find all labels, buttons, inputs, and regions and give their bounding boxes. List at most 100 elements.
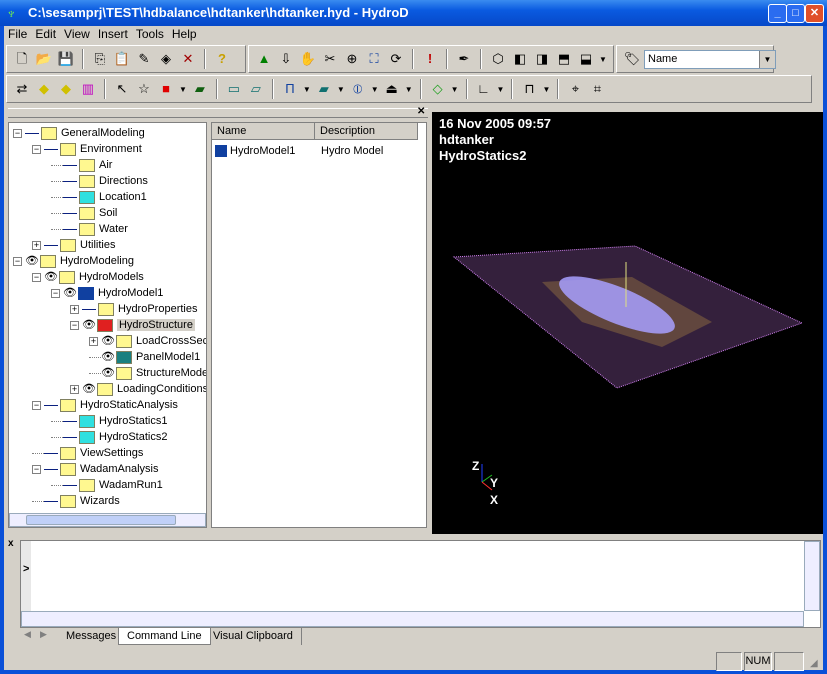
pick-all-icon[interactable]: ⌗	[588, 80, 606, 98]
tree-item[interactable]: − HydroStaticAnalysis	[32, 397, 178, 413]
output-close-icon[interactable]: x	[8, 538, 14, 549]
3d-viewport[interactable]: 16 Nov 2005 09:57 hdtanker HydroStatics2…	[432, 112, 823, 534]
tree-item[interactable]: Water	[51, 221, 128, 237]
chart-icon[interactable]: ▥	[79, 80, 97, 98]
menu-file[interactable]: File	[4, 26, 31, 42]
pan-down-icon[interactable]: ⇩	[277, 50, 295, 68]
menu-edit[interactable]: Edit	[31, 26, 60, 42]
eye-icon[interactable]: 👁	[101, 333, 115, 349]
collapse-icon[interactable]: −	[70, 320, 79, 330]
tree-item[interactable]: − Environment	[32, 141, 142, 157]
save-icon[interactable]: 💾	[57, 50, 75, 68]
export-icon[interactable]: ◈	[157, 50, 175, 68]
zoom-region-icon[interactable]: ✂	[321, 50, 339, 68]
cube-top-icon[interactable]: ⬒	[555, 50, 573, 68]
tree-item[interactable]: ViewSettings	[32, 445, 143, 461]
zoom-in-icon[interactable]: ⊕	[343, 50, 361, 68]
eye-icon[interactable]: 👁	[101, 349, 115, 365]
panel-icon[interactable]: ▰	[315, 80, 333, 98]
eye-icon[interactable]: 👁	[82, 381, 96, 397]
expand-icon[interactable]: +	[89, 336, 98, 346]
tree-item[interactable]: Location1	[51, 189, 147, 205]
tree-item[interactable]: Wizards	[32, 493, 120, 509]
structure2-icon[interactable]: ◆	[57, 80, 75, 98]
tab-messages[interactable]: Messages	[58, 628, 126, 645]
lasso-icon[interactable]: ☆	[135, 80, 153, 98]
tree-item[interactable]: WadamRun1	[51, 477, 163, 493]
cube-iso-icon[interactable]: ⬓	[577, 50, 595, 68]
tree-item[interactable]: + 👁 LoadCrossSec	[89, 333, 206, 349]
tree-item[interactable]: − 👁 HydroStructure	[70, 317, 195, 333]
menu-insert[interactable]: Insert	[94, 26, 132, 42]
tree-item[interactable]: Directions	[51, 173, 148, 189]
expand-icon[interactable]: +	[32, 240, 41, 250]
eye-icon[interactable]: 👁	[63, 285, 77, 301]
delete-icon[interactable]: ✕	[179, 50, 197, 68]
tree-item[interactable]: HydroStatics2	[51, 429, 167, 445]
properties-icon[interactable]: ✎	[135, 50, 153, 68]
surface-icon[interactable]: ◇	[429, 80, 447, 98]
cube-side-icon[interactable]: ◨	[533, 50, 551, 68]
display-icon[interactable]: ▭	[225, 80, 243, 98]
fit-icon[interactable]: ⛶	[365, 50, 383, 68]
tree-item[interactable]: − GeneralModeling	[13, 125, 145, 141]
tab-scroll-right-icon[interactable]: ▶	[40, 629, 47, 640]
tree-item[interactable]: − 👁 HydroModeling	[13, 253, 134, 269]
tree-item[interactable]: + 👁 LoadingConditions	[70, 381, 206, 397]
tree-item[interactable]: HydroStatics1	[51, 413, 167, 429]
open-icon[interactable]: 📂	[35, 50, 53, 68]
column-header-description[interactable]: Description	[315, 123, 418, 140]
weight-icon[interactable]: ⏏	[383, 80, 401, 98]
tree-item[interactable]: + Utilities	[32, 237, 115, 253]
close-button[interactable]: ✕	[805, 4, 824, 23]
command-horizontal-scrollbar[interactable]	[21, 611, 804, 627]
cube-icon[interactable]: ⬡	[489, 50, 507, 68]
menu-tools[interactable]: Tools	[132, 26, 168, 42]
collapse-icon[interactable]: −	[32, 272, 41, 282]
tree-item[interactable]: − 👁 HydroModels	[32, 269, 144, 285]
maximize-button[interactable]: □	[786, 4, 805, 23]
panel-gripper[interactable]	[8, 108, 428, 118]
command-vertical-scrollbar[interactable]	[804, 541, 820, 611]
collapse-icon[interactable]: −	[51, 288, 60, 298]
display2-icon[interactable]: ▱	[247, 80, 265, 98]
pen-icon[interactable]: ✒	[455, 50, 473, 68]
copy-icon[interactable]: ⎘	[91, 50, 109, 68]
collapse-icon[interactable]: −	[32, 144, 41, 154]
measure-icon[interactable]: ⊓	[520, 80, 538, 98]
tree-item[interactable]: Air	[51, 157, 112, 173]
chevron-down-icon[interactable]: ▼	[759, 51, 775, 68]
tab-scroll-left-icon[interactable]: ◀	[24, 629, 31, 640]
cube-front-icon[interactable]: ◧	[511, 50, 529, 68]
structure-icon[interactable]: ◆	[35, 80, 53, 98]
expand-icon[interactable]: +	[70, 304, 79, 314]
collapse-icon[interactable]: −	[13, 128, 22, 138]
minimize-button[interactable]: _	[768, 4, 787, 23]
eye-icon[interactable]: 👁	[25, 253, 39, 269]
circle-icon[interactable]: ⦶	[349, 80, 367, 98]
rotate-icon[interactable]: ▲	[255, 50, 273, 68]
collapse-icon[interactable]: −	[32, 400, 41, 410]
tree-item[interactable]: 👁 StructureMode	[89, 365, 206, 381]
eye-icon[interactable]: 👁	[44, 269, 58, 285]
command-line-area[interactable]: >	[20, 540, 821, 628]
tree-item[interactable]: − 👁 HydroModel1	[51, 285, 163, 301]
axes-icon[interactable]: ∟	[475, 80, 493, 98]
alert-icon[interactable]: !	[421, 50, 439, 68]
paste-icon[interactable]: 📋	[113, 50, 131, 68]
list-row[interactable]: HydroModel1	[215, 143, 295, 159]
resize-grip-icon[interactable]: ◢	[810, 658, 818, 669]
label-select[interactable]: Name ▼	[644, 50, 776, 69]
collapse-icon[interactable]: −	[13, 256, 22, 266]
select-pointer-icon[interactable]: ↖	[113, 80, 131, 98]
menu-help[interactable]: Help	[168, 26, 201, 42]
tree-item[interactable]: − WadamAnalysis	[32, 461, 158, 477]
tab-visual-clipboard[interactable]: Visual Clipboard	[205, 628, 302, 645]
hand-icon[interactable]: ✋	[299, 50, 317, 68]
expand-icon[interactable]: +	[70, 384, 79, 394]
help-icon[interactable]: ?	[213, 50, 231, 68]
eye-icon[interactable]: 👁	[82, 317, 96, 333]
label-icon[interactable]: 🏷	[623, 50, 641, 68]
refresh-icon[interactable]: ⟳	[387, 50, 405, 68]
pick-icon[interactable]: ⌖	[566, 80, 584, 98]
